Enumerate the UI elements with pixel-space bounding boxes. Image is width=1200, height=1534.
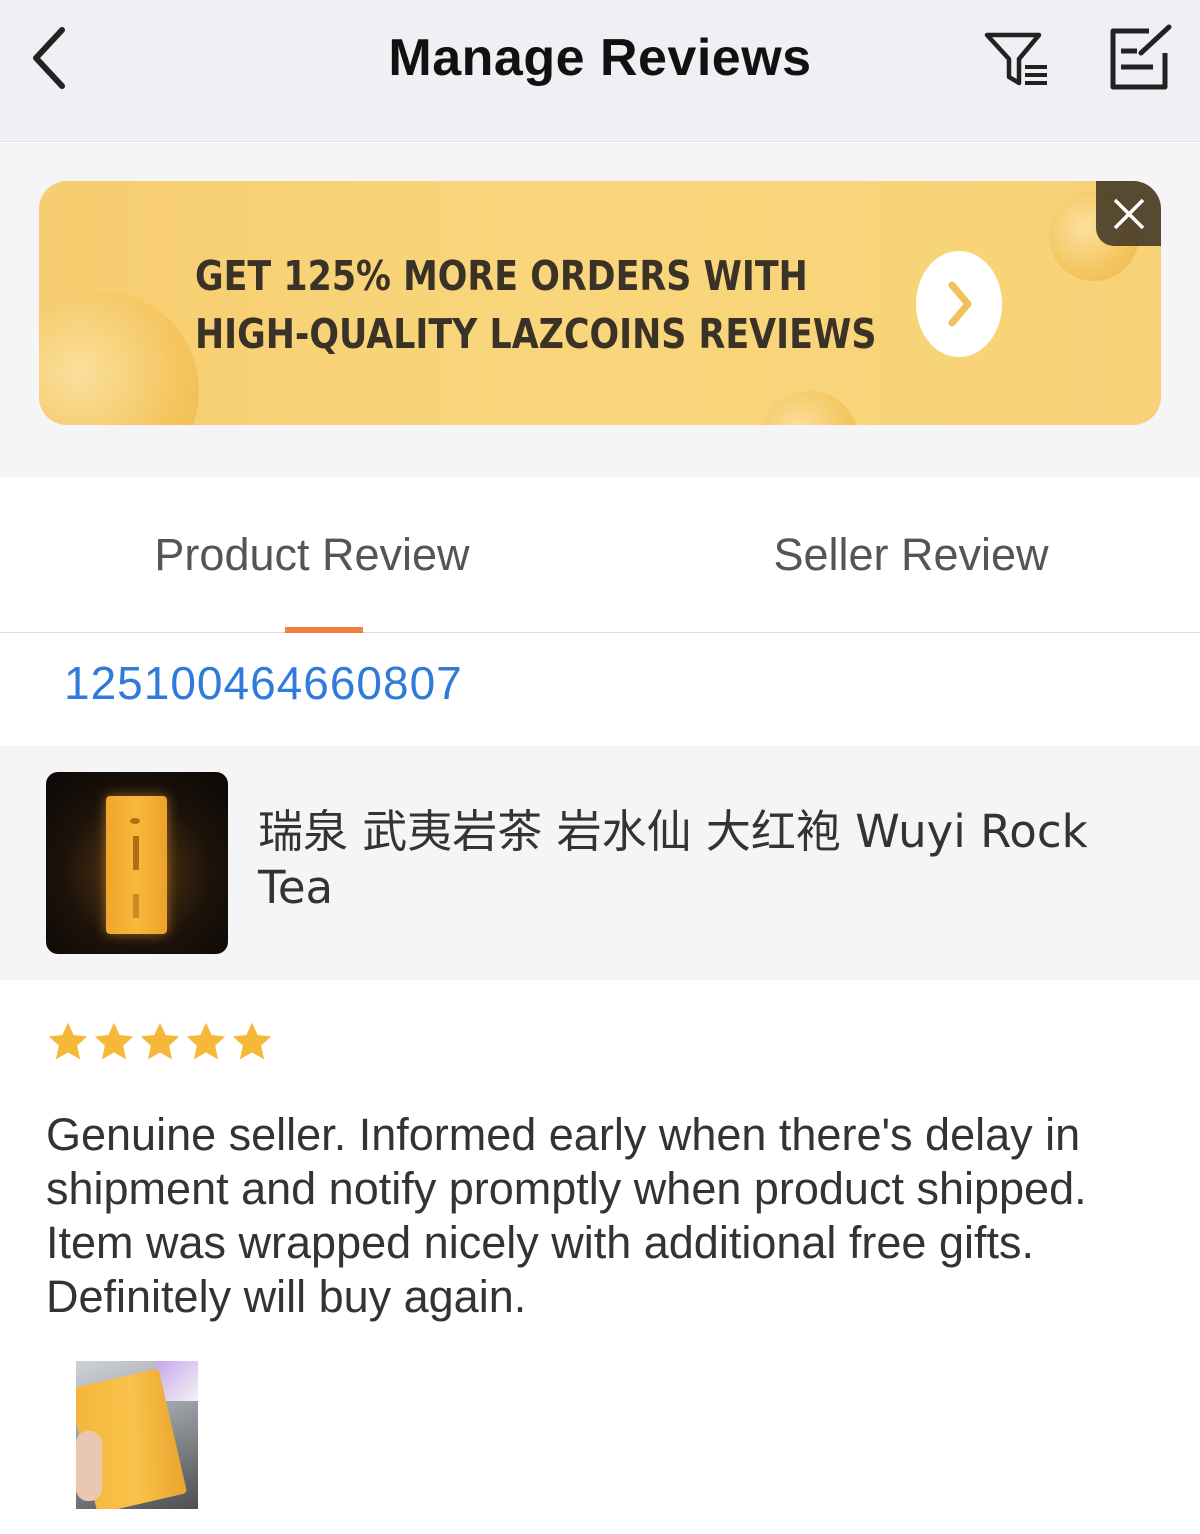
banner-line-1: GET 125% MORE ORDERS WITH: [195, 252, 808, 300]
close-icon: [1113, 198, 1144, 229]
banner-line-2: HIGH-QUALITY LAZCOINS REVIEWS: [195, 310, 877, 358]
coin-decoration: [39, 291, 199, 425]
tea-box-graphic: [106, 796, 167, 934]
tab-seller-review[interactable]: Seller Review: [611, 477, 1200, 633]
star-icon: [94, 1022, 134, 1060]
filter-icon: [984, 32, 1047, 86]
lazcoins-promo-banner[interactable]: GET 125% MORE ORDERS WITH HIGH-QUALITY L…: [39, 181, 1161, 425]
photo-hand: [76, 1431, 102, 1501]
order-row: 125100464660807: [0, 634, 1200, 746]
review-photo[interactable]: [76, 1361, 198, 1509]
star-rating: [46, 1018, 274, 1070]
star-icon: [140, 1022, 180, 1060]
tab-label: Product Review: [154, 529, 470, 580]
banner-close-button[interactable]: [1096, 181, 1161, 246]
chevron-right-icon: [948, 281, 972, 327]
review-tabs: Product Review Seller Review: [0, 477, 1200, 633]
star-icon: [232, 1022, 272, 1060]
edit-note-icon: [1110, 24, 1172, 90]
product-image[interactable]: [46, 772, 228, 954]
promo-banner-area: GET 125% MORE ORDERS WITH HIGH-QUALITY L…: [0, 143, 1200, 477]
active-tab-indicator: [285, 627, 363, 633]
top-bar: Manage Reviews: [0, 0, 1200, 142]
star-icon: [48, 1022, 88, 1060]
star-icon: [186, 1022, 226, 1060]
product-name: 瑞泉 武夷岩茶 岩水仙 大红袍 Wuyi Rock Tea: [258, 805, 1088, 914]
order-number-link[interactable]: 125100464660807: [64, 656, 463, 710]
tab-product-review[interactable]: Product Review: [12, 477, 612, 633]
chevron-left-icon: [33, 27, 65, 89]
tab-label: Seller Review: [773, 529, 1049, 580]
write-review-button[interactable]: [1104, 20, 1176, 96]
coin-decoration: [759, 391, 859, 425]
banner-go-button[interactable]: [916, 251, 1002, 357]
review-text: Genuine seller. Informed early when ther…: [46, 1109, 1087, 1322]
page-title: Manage Reviews: [388, 29, 812, 87]
back-button[interactable]: [18, 22, 78, 94]
banner-headline: GET 125% MORE ORDERS WITH HIGH-QUALITY L…: [195, 247, 877, 363]
filter-button[interactable]: [978, 24, 1054, 94]
product-row[interactable]: 瑞泉 武夷岩茶 岩水仙 大红袍 Wuyi Rock Tea: [0, 746, 1200, 980]
